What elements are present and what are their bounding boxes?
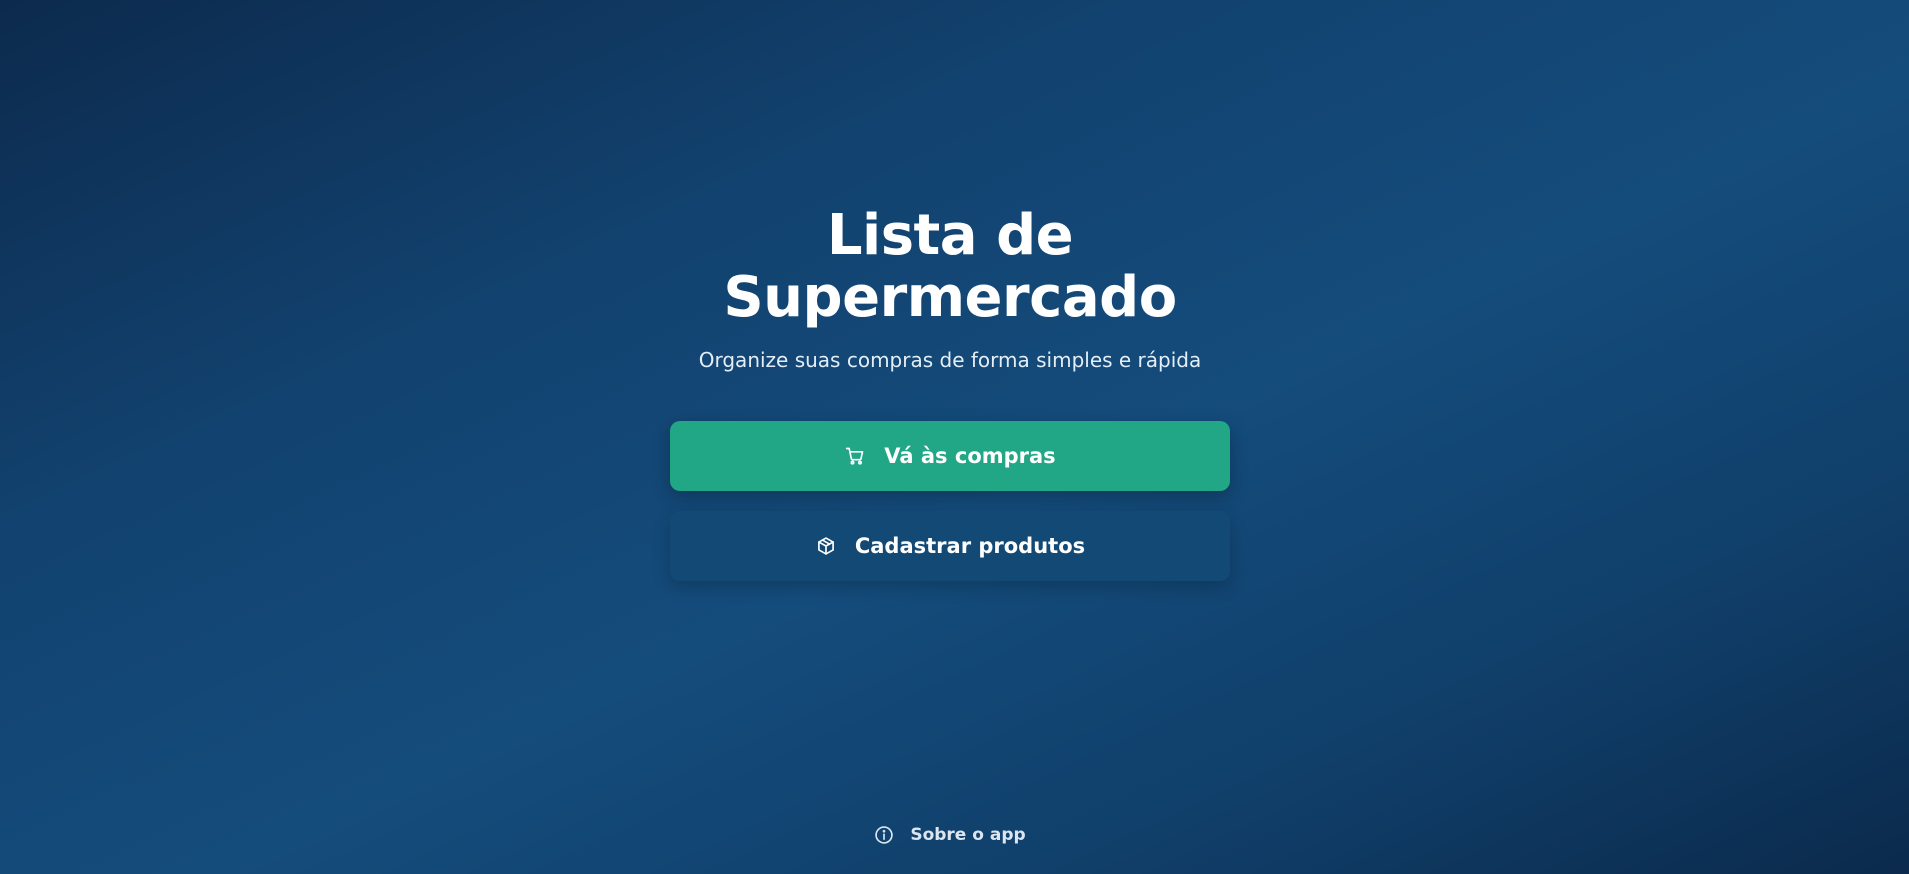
home-screen: Lista de Supermercado Organize suas comp… — [0, 0, 1909, 874]
go-shopping-button[interactable]: Vá às compras — [670, 421, 1230, 491]
about-app-link[interactable]: Sobre o app — [0, 825, 1900, 845]
about-app-label: Sobre o app — [910, 825, 1026, 845]
title-line-1: Lista de — [826, 203, 1074, 268]
info-icon — [874, 825, 894, 845]
box-icon — [815, 535, 837, 557]
hero: Lista de Supermercado Organize suas comp… — [0, 205, 1900, 373]
page-title: Lista de Supermercado — [0, 205, 1900, 329]
register-products-button[interactable]: Cadastrar produtos — [670, 511, 1230, 581]
page-subtitle: Organize suas compras de forma simples e… — [698, 348, 1202, 372]
go-shopping-label: Vá às compras — [884, 444, 1056, 468]
cart-icon — [844, 445, 866, 467]
register-products-label: Cadastrar produtos — [854, 534, 1086, 558]
title-line-2: Supermercado — [723, 265, 1177, 330]
action-buttons: Vá às compras Cadastrar produtos — [670, 421, 1230, 581]
